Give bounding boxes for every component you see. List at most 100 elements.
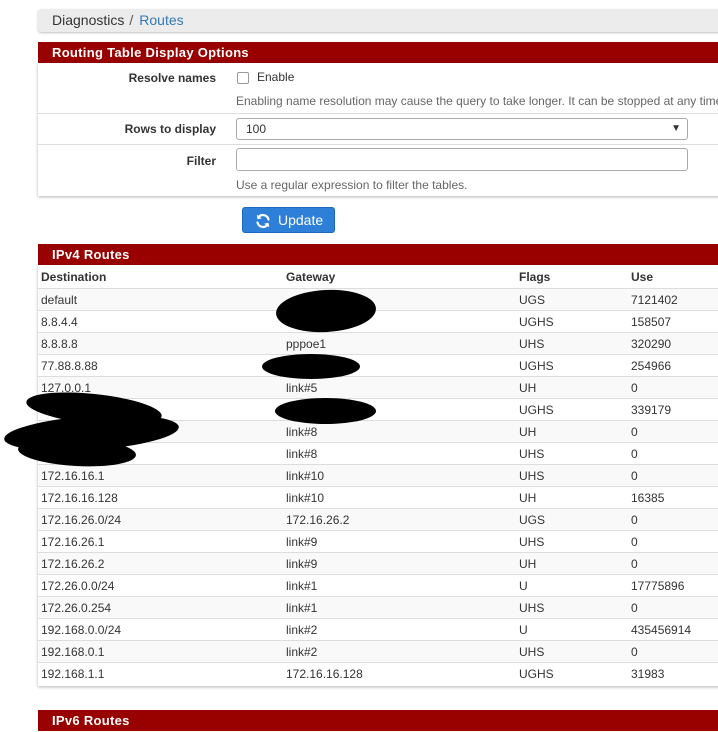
rows-to-display-row: Rows to display 100 ▼	[38, 114, 718, 145]
cell-use: 7121402	[631, 293, 678, 307]
cell-gateway: link#5	[286, 381, 318, 395]
resolve-names-label: Resolve names	[128, 71, 216, 85]
resolve-names-row: Resolve names Enable Enabling name resol…	[38, 63, 718, 114]
table-row: 192.168.0.0/24 link#2 U 435456914	[38, 618, 718, 640]
filter-input[interactable]	[236, 148, 688, 171]
cell-gateway: link#8	[286, 447, 318, 461]
breadcrumb: Diagnostics / Routes	[38, 9, 718, 32]
cell-destination: 172.26.0.0/24	[41, 579, 115, 593]
cell-destination: 192.168.0.0/24	[41, 623, 122, 637]
cell-use: 31983	[631, 667, 665, 681]
column-header-use[interactable]: Use	[631, 266, 653, 288]
table-row: link#8 UHS 0	[38, 442, 718, 464]
cell-flags: UGHS	[519, 667, 554, 681]
cell-flags: UGHS	[519, 315, 554, 329]
cell-gateway: pppoe1	[286, 337, 327, 351]
cell-destination: 8.8.4.4	[41, 315, 78, 329]
cell-destination: 172.16.26.2	[41, 557, 105, 571]
table-row: 192.168.1.1 172.16.16.128 UGHS 31983	[38, 662, 718, 684]
redaction-mark	[262, 354, 360, 379]
table-row: 192.168.0.1 link#2 UHS 0	[38, 640, 718, 662]
table-row: default UGS 7121402	[38, 288, 718, 310]
table-row: 172.26.0.0/24 link#1 U 17775896	[38, 574, 718, 596]
cell-gateway: link#9	[286, 535, 318, 549]
cell-use: 0	[631, 601, 638, 615]
cell-destination: default	[41, 293, 78, 307]
cell-destination: 172.16.26.0/24	[41, 513, 122, 527]
chevron-down-icon: ▼	[671, 123, 681, 134]
table-row: 127.0.0.1 link#5 UH 0	[38, 376, 718, 398]
cell-flags: UH	[519, 491, 537, 505]
cell-gateway: link#9	[286, 557, 318, 571]
cell-use: 339179	[631, 403, 672, 417]
redaction-mark	[275, 398, 376, 424]
cell-flags: UHS	[519, 535, 545, 549]
cell-use: 0	[631, 381, 638, 395]
update-button-label: Update	[278, 212, 324, 228]
cell-flags: U	[519, 579, 528, 593]
cell-flags: UH	[519, 425, 537, 439]
cell-flags: UHS	[519, 645, 545, 659]
cell-use: 0	[631, 535, 638, 549]
resolve-names-checkbox-label[interactable]: Enable	[257, 70, 294, 84]
cell-use: 0	[631, 645, 638, 659]
cell-use: 0	[631, 447, 638, 461]
table-row: 172.16.16.1 link#10 UHS 0	[38, 464, 718, 486]
cell-flags: UH	[519, 381, 537, 395]
cell-gateway: link#8	[286, 425, 318, 439]
rows-to-display-label: Rows to display	[124, 122, 216, 136]
cell-flags: UGS	[519, 293, 546, 307]
cell-flags: UHS	[519, 469, 545, 483]
table-row: 172.16.26.1 link#9 UHS 0	[38, 530, 718, 552]
cell-use: 320290	[631, 337, 672, 351]
cell-flags: UGHS	[519, 359, 554, 373]
table-row: 8.8.8.8 pppoe1 UHS 320290	[38, 332, 718, 354]
cell-use: 0	[631, 513, 638, 527]
cell-gateway: 172.16.16.128	[286, 667, 363, 681]
rows-to-display-value: 100	[246, 122, 267, 136]
cell-destination: 172.16.16.128	[41, 491, 118, 505]
cell-gateway: 172.16.26.2	[286, 513, 350, 527]
cell-destination: 192.168.0.1	[41, 645, 105, 659]
column-header-gateway[interactable]: Gateway	[286, 266, 335, 288]
cell-flags: UHS	[519, 447, 545, 461]
cell-use: 158507	[631, 315, 672, 329]
cell-destination: 172.16.16.1	[41, 469, 105, 483]
cell-use: 254966	[631, 359, 672, 373]
update-button[interactable]: Update	[242, 207, 335, 233]
table-row: 8.8.4.4 UGHS 158507	[38, 310, 718, 332]
ipv6-routes-title: IPv6 Routes	[38, 710, 718, 731]
table-row: 172.26.0.254 link#1 UHS 0	[38, 596, 718, 618]
cell-gateway: link#2	[286, 645, 318, 659]
breadcrumb-diagnostics[interactable]: Diagnostics	[52, 12, 124, 28]
cell-use: 0	[631, 425, 638, 439]
filter-label: Filter	[186, 154, 216, 168]
cell-flags: UH	[519, 557, 537, 571]
cell-gateway: link#1	[286, 579, 318, 593]
cell-gateway: link#10	[286, 469, 325, 483]
table-row: 172.16.16.128 link#10 UH 16385	[38, 486, 718, 508]
column-header-destination[interactable]: Destination	[41, 266, 106, 288]
breadcrumb-separator: /	[129, 12, 134, 28]
options-panel-body: Resolve names Enable Enabling name resol…	[38, 63, 718, 196]
cell-use: 16385	[631, 491, 665, 505]
rows-to-display-select[interactable]: 100 ▼	[236, 118, 688, 140]
resolve-names-checkbox[interactable]	[237, 72, 249, 84]
cell-use: 17775896	[631, 579, 685, 593]
table-header: Destination Gateway Flags Use	[38, 266, 718, 288]
page: Diagnostics / Routes Routing Table Display…	[0, 0, 718, 732]
filter-row: Filter Use a regular expression to filte…	[38, 145, 718, 196]
cell-use: 435456914	[631, 623, 692, 637]
breadcrumb-routes[interactable]: Routes	[139, 12, 183, 28]
cell-destination: 8.8.8.8	[41, 337, 78, 351]
cell-destination: 77.88.8.88	[41, 359, 98, 373]
cell-flags: UGS	[519, 513, 546, 527]
table-row: 172.16.26.0/24 172.16.26.2 UGS 0	[38, 508, 718, 530]
cell-flags: U	[519, 623, 528, 637]
cell-flags: UHS	[519, 337, 545, 351]
refresh-icon	[256, 213, 270, 229]
column-header-flags[interactable]: Flags	[519, 266, 550, 288]
options-panel-title: Routing Table Display Options	[38, 42, 718, 63]
cell-gateway: link#10	[286, 491, 325, 505]
table-row: 172.16.26.2 link#9 UH 0	[38, 552, 718, 574]
